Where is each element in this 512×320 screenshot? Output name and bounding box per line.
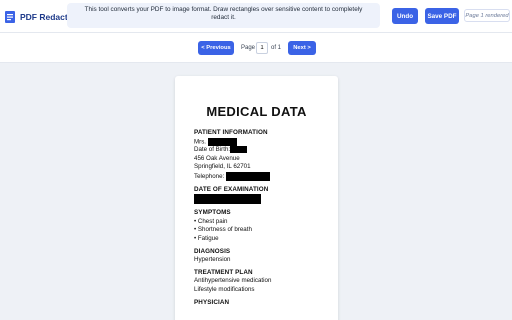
physician-heading: PHYSICIAN <box>194 298 230 306</box>
address-line-1: 456 Oak Avenue <box>194 154 240 162</box>
undo-button[interactable]: Undo <box>392 8 418 24</box>
document-title: MEDICAL DATA <box>206 104 307 119</box>
telephone-prefix: Telephone: <box>194 173 225 181</box>
next-page-button[interactable]: Next > <box>288 41 316 55</box>
page-count-label: of 1 <box>271 45 282 51</box>
symptom-item: • Chest pain <box>194 217 228 225</box>
treatment-item: Lifestyle modifications <box>194 285 255 293</box>
redaction-box[interactable] <box>207 137 237 146</box>
patient-info-heading: PATIENT INFORMATION <box>194 129 268 136</box>
symptom-item: • Fatigue <box>194 234 219 242</box>
redaction-box[interactable] <box>194 194 261 205</box>
dob-prefix: Date of Birth: <box>194 146 231 154</box>
save-pdf-button[interactable]: Save PDF <box>425 8 459 24</box>
diagnosis-heading: DIAGNOSIS <box>194 247 231 255</box>
patient-name-line: Mrs. <box>194 137 329 147</box>
pagination-bar: < Previous Page of 1 Next > <box>0 33 512 63</box>
page-number-input[interactable] <box>256 42 268 54</box>
redaction-box[interactable] <box>226 171 271 181</box>
page-label: Page <box>241 45 256 51</box>
patient-name-prefix: Mrs. <box>194 138 207 146</box>
treatment-item: Antihypertensive medication <box>194 277 272 285</box>
exam-date-heading: DATE OF EXAMINATION <box>194 185 269 193</box>
status-badge: Page 1 rendered <box>464 9 510 22</box>
info-banner: This tool converts your PDF to image for… <box>67 3 380 28</box>
address-line-2: Springfield, IL 62701 <box>194 163 251 171</box>
redaction-box[interactable] <box>230 146 248 154</box>
previous-page-button[interactable]: < Previous <box>198 41 234 55</box>
document-body: PATIENT INFORMATION Mrs. Date of Birth: … <box>194 129 329 307</box>
document-icon <box>5 11 15 23</box>
app-brand: PDF Redactor <box>5 10 76 24</box>
telephone-line: Telephone: <box>194 171 329 181</box>
symptoms-heading: SYMPTOMS <box>194 209 231 217</box>
top-toolbar: PDF Redactor This tool converts your PDF… <box>0 0 512 33</box>
treatment-heading: TREATMENT PLAN <box>194 268 253 276</box>
symptom-item: • Shortness of breath <box>194 226 252 234</box>
dob-line: Date of Birth: <box>194 146 329 155</box>
exam-date-line <box>194 194 329 205</box>
diagnosis-text: Hypertension <box>194 256 231 264</box>
pdf-page-canvas[interactable]: MEDICAL DATA PATIENT INFORMATION Mrs. Da… <box>175 76 338 320</box>
